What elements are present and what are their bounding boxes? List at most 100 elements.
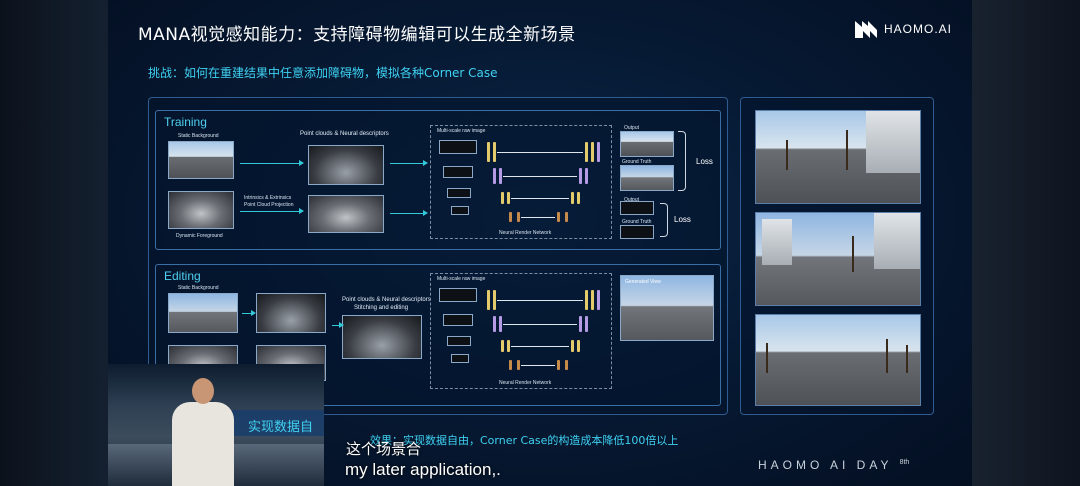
training-label: Training (164, 115, 207, 129)
haomo-logo-icon (854, 21, 877, 38)
arrow (390, 210, 428, 216)
encoder-block (487, 142, 490, 162)
decoder-block (591, 290, 594, 310)
decoder-block (597, 290, 600, 310)
footer-brand: HAOMO AI DAY (758, 458, 893, 472)
skip-connection (521, 365, 555, 366)
generated-scenes-panel (740, 97, 934, 415)
bottleneck-block (557, 212, 560, 222)
encoder-block (499, 316, 502, 332)
encoder-block (507, 340, 510, 352)
multiscale-image (439, 288, 477, 302)
training-descriptor-image (308, 195, 384, 233)
decoder-block (591, 142, 594, 162)
editing-pc-label: Point clouds & Neural descriptors (342, 297, 431, 303)
training-network-label: Neural Render Network (499, 230, 552, 236)
multiscale-image (443, 314, 473, 326)
tree (786, 139, 788, 170)
multiscale-image (451, 206, 469, 215)
speaker-body (172, 402, 234, 486)
arrow (240, 208, 304, 214)
scene-photo-3 (755, 314, 921, 406)
decoder-block (579, 168, 582, 184)
speaker-head (192, 378, 214, 404)
intrinsics-label: Intrinsics & Extrinsics (244, 195, 292, 201)
training-dynamic-fg-image (168, 191, 234, 229)
editing-pointcloud-bg (256, 293, 326, 333)
slide-title: MANA视觉感知能力：支持障碍物编辑可以生成全新场景 (138, 25, 576, 45)
haomo-logo: HAOMO.AI (854, 18, 952, 40)
decoder-block (577, 340, 580, 352)
bottleneck-block (517, 212, 520, 222)
training-static-bg-label: Static Background (178, 133, 219, 139)
tree (906, 344, 908, 373)
building (866, 111, 920, 173)
encoder-block (493, 316, 496, 332)
encoder-block (493, 290, 496, 310)
encoder-block (487, 290, 490, 310)
footer-edition: 8th (899, 459, 910, 466)
training-section: Training Static Background Dynamic Foreg… (155, 110, 721, 250)
skip-connection (511, 346, 569, 347)
encoder-block (493, 168, 496, 184)
encoder-block (501, 340, 504, 352)
bottleneck-block (565, 212, 568, 222)
bottleneck-block (509, 360, 512, 370)
output-image (620, 131, 674, 157)
multiscale-image (451, 354, 469, 363)
building (762, 219, 792, 265)
skip-connection (497, 152, 583, 153)
subtitle-english: my later application,. (345, 460, 501, 479)
encoder-block (501, 192, 504, 204)
skip-connection (503, 176, 577, 177)
scene-photo-1 (755, 110, 921, 204)
ground-truth-image-2 (620, 225, 654, 239)
arrow (332, 322, 344, 328)
output-image-2 (620, 201, 654, 215)
bottleneck-block (557, 360, 560, 370)
skip-connection (497, 300, 583, 301)
training-multiscale-label: Multi-scale raw image (437, 128, 486, 134)
training-network-box: Multi-scale raw image Neural Render Netw… (430, 125, 612, 239)
loss-label-2: Loss (674, 215, 691, 224)
pip-screen-text: 实现数据自 (248, 420, 314, 435)
bottleneck-block (565, 360, 568, 370)
editing-multiscale-label: Multi-scale raw image (437, 276, 486, 282)
stitching-label: Stitching and editing (354, 305, 409, 311)
training-pc-label: Point clouds & Neural descriptors (300, 131, 389, 137)
decoder-block (571, 340, 574, 352)
tree (886, 338, 888, 373)
training-static-bg-image (168, 141, 234, 179)
tree (766, 342, 768, 373)
bottleneck-block (509, 212, 512, 222)
editing-static-bg-image (168, 293, 238, 333)
loss-label: Loss (696, 157, 713, 166)
tree (846, 129, 848, 170)
loss-brace (678, 131, 686, 191)
building (874, 213, 920, 269)
projection-label: Point Cloud Projection (244, 202, 294, 208)
encoder-block (507, 192, 510, 204)
ground-truth-image (620, 165, 674, 191)
bottleneck-block (517, 360, 520, 370)
decoder-block (585, 168, 588, 184)
generated-view-image: Generated View (620, 275, 714, 341)
logo-text: HAOMO.AI (883, 22, 952, 36)
multiscale-image (447, 188, 471, 198)
editing-stitched-pointcloud (342, 315, 422, 359)
decoder-block (585, 316, 588, 332)
editing-label: Editing (164, 269, 201, 283)
arrow (242, 310, 256, 316)
skip-connection (521, 217, 555, 218)
arrow (390, 160, 428, 166)
challenge-text: 挑战：如何在重建结果中任意添加障碍物，模拟各种Corner Case (148, 66, 498, 80)
training-dynamic-fg-label: Dynamic Foreground (176, 233, 223, 239)
multiscale-image (439, 140, 477, 154)
decoder-block (597, 142, 600, 162)
decoder-block (585, 142, 588, 162)
loss-brace-2 (660, 203, 668, 237)
speaker-video-pip: 实现数据自 (108, 364, 324, 486)
tree (852, 235, 854, 272)
editing-static-bg-label: Static Background (178, 285, 219, 291)
editing-network-box: Multi-scale raw image Neural Render Netw… (430, 273, 612, 389)
